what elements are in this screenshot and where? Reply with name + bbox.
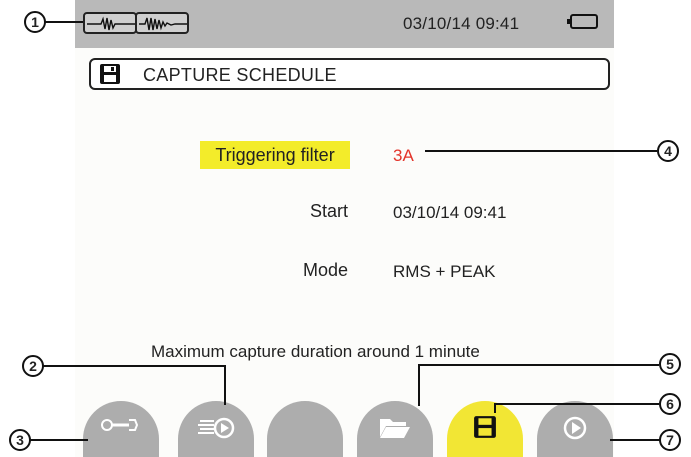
wrench-icon bbox=[101, 419, 139, 431]
callout-1: 1 bbox=[24, 11, 46, 33]
callout-leader bbox=[494, 403, 659, 405]
callout-5: 5 bbox=[659, 353, 681, 375]
folder-open-icon bbox=[380, 419, 410, 438]
callout-leader bbox=[494, 403, 496, 413]
callout-7: 7 bbox=[659, 429, 681, 451]
play-circle-icon bbox=[563, 416, 587, 440]
start-value[interactable]: 03/10/14 09:41 bbox=[393, 203, 506, 223]
callout-leader bbox=[45, 21, 83, 23]
callout-leader bbox=[42, 365, 226, 367]
callout-2: 2 bbox=[22, 355, 44, 377]
floppy-disk-icon bbox=[99, 63, 121, 90]
list-play-icon bbox=[198, 417, 235, 439]
callout-4: 4 bbox=[657, 140, 679, 162]
callout-6: 6 bbox=[659, 393, 681, 415]
callout-3: 3 bbox=[9, 429, 31, 451]
page-title: CAPTURE SCHEDULE bbox=[143, 65, 337, 85]
capture-duration-note: Maximum capture duration around 1 minute bbox=[151, 342, 480, 361]
waveform-icon bbox=[83, 12, 137, 34]
status-datetime: 03/10/14 09:41 bbox=[403, 14, 520, 33]
callout-leader bbox=[610, 439, 660, 441]
triggering-filter-label[interactable]: Triggering filter bbox=[200, 141, 350, 169]
start-label: Start bbox=[309, 201, 348, 221]
transient-waveform-icon bbox=[135, 12, 189, 34]
callout-leader bbox=[425, 150, 657, 152]
mode-indicators bbox=[83, 12, 189, 34]
triggering-filter-value[interactable]: 3A bbox=[393, 146, 414, 166]
mode-value[interactable]: RMS + PEAK bbox=[393, 262, 496, 282]
battery-icon bbox=[567, 14, 598, 29]
callout-leader bbox=[30, 439, 88, 441]
page-title-bar: CAPTURE SCHEDULE bbox=[89, 58, 610, 90]
mode-label: Mode bbox=[302, 260, 348, 280]
callout-leader bbox=[418, 364, 659, 366]
callout-leader bbox=[224, 365, 226, 405]
floppy-disk-icon bbox=[474, 416, 496, 438]
callout-leader bbox=[418, 364, 420, 406]
